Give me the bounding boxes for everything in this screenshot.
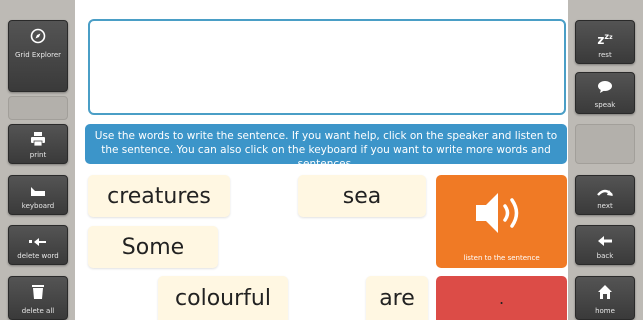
period-button[interactable]: . [436,276,567,320]
trash-icon [9,284,67,304]
grid-explorer-label: Grid Explorer [14,51,62,59]
printer-icon [9,132,67,150]
listen-to-sentence-button[interactable]: listen to the sentence [436,175,567,268]
keyboard-button[interactable]: keyboard [8,175,68,215]
sleep-icon: zzz [597,32,613,47]
word-tile-some[interactable]: Some [88,226,218,268]
grid-explorer-button[interactable]: Grid Explorer [8,20,68,92]
left-sidebar: Grid Explorer print keyboard delete word… [0,0,75,320]
next-button[interactable]: next [575,175,635,215]
instruction-banner: Use the words to write the sentence. If … [85,124,567,170]
compass-icon [9,28,67,48]
print-button[interactable]: print [8,124,68,164]
rest-button[interactable]: zzz rest [575,20,635,64]
speaker-icon [472,189,532,241]
delete-word-label: delete word [17,252,59,260]
keyboard-label: keyboard [21,202,55,210]
home-button[interactable]: home [575,276,635,320]
speech-bubble-icon [576,80,634,98]
listen-label: listen to the sentence [463,254,540,262]
keyboard-icon [9,183,67,201]
word-tile-colourful[interactable]: colourful [158,276,288,320]
empty-slot-left [8,96,68,120]
home-icon [576,284,634,304]
back-button[interactable]: back [575,225,635,265]
next-label: next [597,202,613,210]
word-tile-creatures[interactable]: creatures [88,175,230,217]
delete-all-button[interactable]: delete all [8,276,68,320]
speak-button[interactable]: speak [575,72,635,114]
empty-slot-right [575,124,635,164]
left-arrow-icon [576,233,634,251]
word-tile-sea[interactable]: sea [298,175,426,217]
speak-label: speak [594,101,616,109]
backspace-icon [9,233,67,251]
delete-word-button[interactable]: delete word [8,225,68,265]
rest-label: rest [598,51,612,59]
next-arrow-icon [576,183,634,201]
sentence-textbox[interactable] [88,19,566,115]
home-label: home [595,307,615,315]
back-label: back [596,252,614,260]
right-sidebar: zzz rest speak next back home [568,0,643,320]
delete-all-label: delete all [21,307,55,315]
print-label: print [29,151,47,159]
word-tile-are[interactable]: are [366,276,428,320]
